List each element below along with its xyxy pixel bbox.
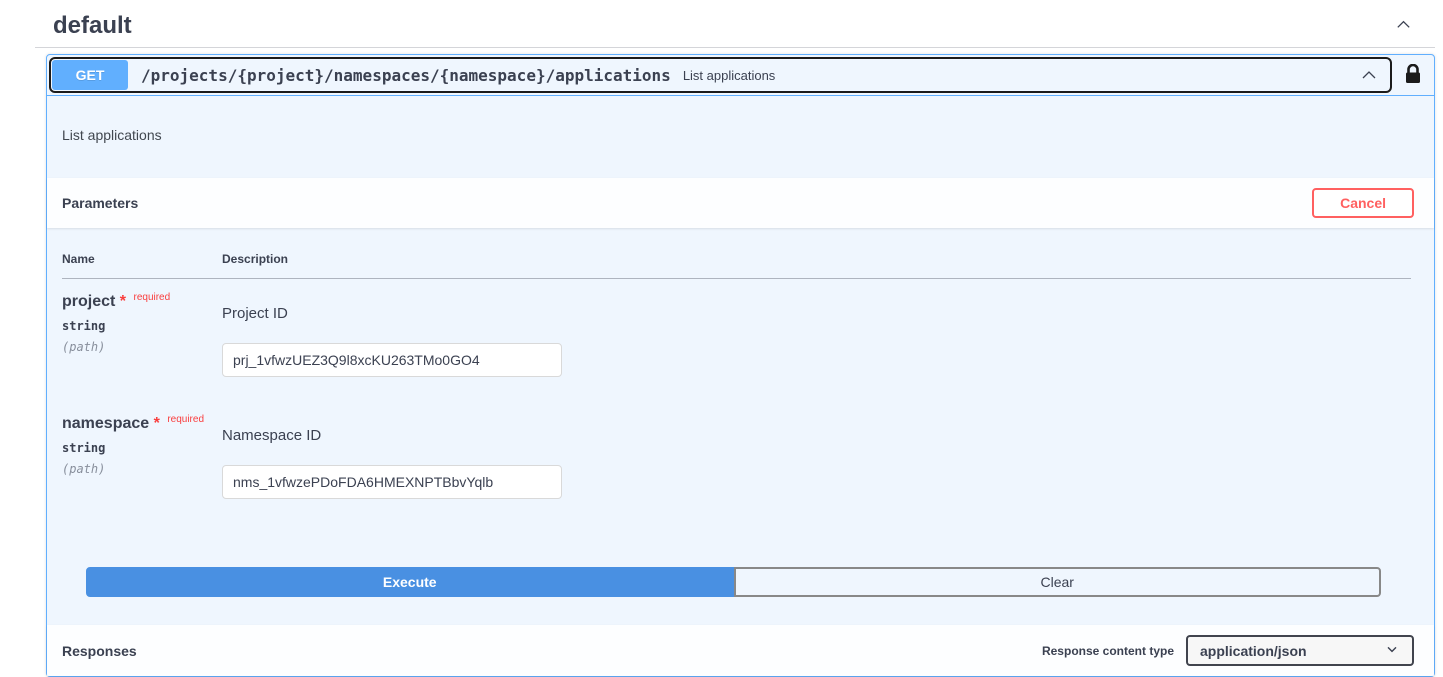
operation-path: /projects/{project}/namespaces/{namespac… bbox=[141, 66, 671, 85]
response-content-type-value: application/json bbox=[1200, 643, 1307, 659]
authorize-lock-button[interactable] bbox=[1405, 64, 1421, 87]
parameter-type: string bbox=[62, 319, 222, 333]
project-id-input[interactable] bbox=[222, 343, 562, 377]
parameters-table-container: Name Description project * required stri… bbox=[47, 228, 1434, 597]
column-header-description: Description bbox=[222, 242, 1411, 279]
required-label: required bbox=[167, 414, 204, 425]
chevron-down-icon bbox=[1384, 641, 1400, 660]
parameter-description-cell: Project ID bbox=[222, 279, 1411, 402]
parameters-title: Parameters bbox=[62, 195, 1312, 211]
responses-title: Responses bbox=[62, 643, 1042, 659]
tag-section-header[interactable]: default bbox=[35, 0, 1435, 48]
operation-summary-control[interactable]: GET /projects/{project}/namespaces/{name… bbox=[49, 57, 1392, 93]
chevron-up-icon bbox=[1394, 15, 1413, 37]
parameter-location: (path) bbox=[62, 462, 222, 476]
parameter-name: namespace bbox=[62, 415, 149, 432]
clear-button[interactable]: Clear bbox=[734, 567, 1382, 597]
operation-summary-row: GET /projects/{project}/namespaces/{name… bbox=[47, 55, 1434, 96]
responses-section-header: Responses Response content type applicat… bbox=[47, 625, 1434, 676]
parameter-description: Project ID bbox=[222, 305, 1411, 322]
operation-block-get: GET /projects/{project}/namespaces/{name… bbox=[46, 54, 1435, 677]
required-asterisk: * bbox=[154, 415, 160, 432]
chevron-up-icon bbox=[1359, 65, 1379, 85]
http-method-badge: GET bbox=[52, 60, 128, 90]
column-header-name: Name bbox=[62, 242, 222, 279]
response-content-type-select[interactable]: application/json bbox=[1186, 635, 1414, 666]
parameter-description: Namespace ID bbox=[222, 427, 1411, 444]
operation-summary-text: List applications bbox=[683, 68, 776, 83]
tag-title: default bbox=[53, 12, 132, 40]
required-asterisk: * bbox=[120, 293, 126, 310]
parameter-description-cell: Namespace ID bbox=[222, 401, 1411, 523]
execute-button-group: Execute Clear bbox=[86, 567, 1381, 597]
parameter-name-cell: project * required string (path) bbox=[62, 279, 222, 402]
response-content-type-label: Response content type bbox=[1042, 644, 1174, 658]
parameter-name-cell: namespace * required string (path) bbox=[62, 401, 222, 523]
parameter-location: (path) bbox=[62, 340, 222, 354]
tag-collapse-button[interactable] bbox=[1392, 13, 1415, 39]
parameter-row-namespace: namespace * required string (path) Names… bbox=[62, 401, 1411, 523]
cancel-button[interactable]: Cancel bbox=[1312, 188, 1414, 218]
required-label: required bbox=[133, 292, 170, 303]
response-content-type-group: Response content type application/json bbox=[1042, 635, 1414, 666]
parameter-row-project: project * required string (path) Project… bbox=[62, 279, 1411, 402]
parameters-section-header: Parameters Cancel bbox=[47, 178, 1434, 228]
namespace-id-input[interactable] bbox=[222, 465, 562, 499]
operation-description: List applications bbox=[47, 96, 1434, 178]
parameters-table: Name Description project * required stri… bbox=[62, 242, 1411, 523]
parameter-type: string bbox=[62, 441, 222, 455]
execute-button[interactable]: Execute bbox=[86, 567, 734, 597]
parameter-name: project bbox=[62, 293, 115, 310]
lock-icon bbox=[1405, 64, 1421, 87]
swagger-ui-page: default GET /projects/{project}/namespac… bbox=[0, 0, 1443, 677]
